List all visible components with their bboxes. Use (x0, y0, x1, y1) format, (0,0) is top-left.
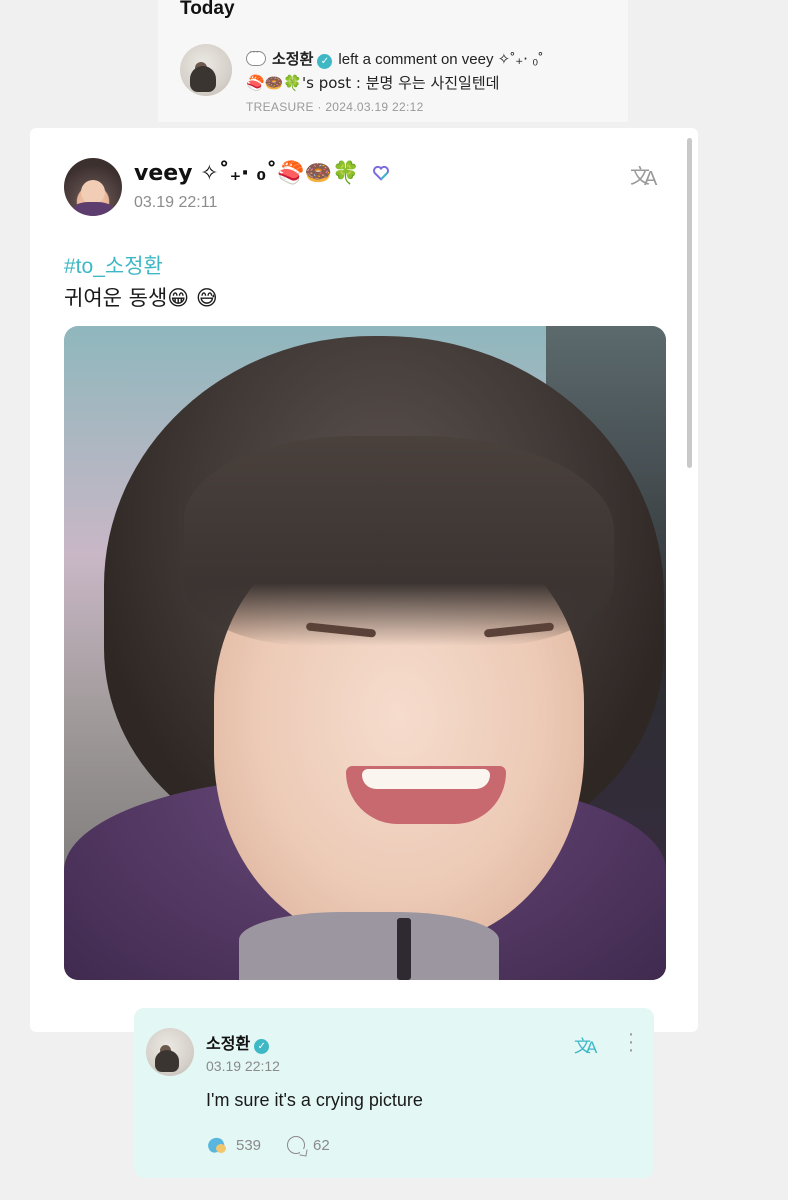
notification-source: TREASURE (246, 100, 314, 114)
notification-action: left a comment on veey ✧˚₊‧ ₀˚ (338, 51, 544, 68)
post-text: 귀여운 동생😁 😅 (64, 286, 218, 310)
photo-collar (239, 912, 499, 980)
speech-bubble-icon (246, 46, 266, 66)
reply-icon[interactable] (287, 1136, 306, 1154)
notification-text: 소정환✓ left a comment on veey ✧˚₊‧ ₀˚ (246, 46, 544, 69)
post-author[interactable]: veey ✧˚₊‧ ₀˚🍣🍩🍀 (134, 160, 390, 186)
more-options-icon[interactable]: · · · (624, 1024, 638, 1060)
scrollbar[interactable] (687, 138, 692, 468)
translate-icon[interactable]: 文A (630, 160, 666, 190)
post-time: 03.19 22:11 (134, 194, 218, 211)
notification-meta: TREASURE · 2024.03.19 22:12 (246, 100, 424, 114)
notification-datetime: 2024.03.19 22:12 (325, 100, 424, 114)
avatar[interactable] (64, 158, 122, 216)
heart-badge-icon (372, 165, 389, 181)
meta-separator: · (317, 100, 322, 114)
avatar[interactable] (146, 1028, 194, 1076)
post-card: veey ✧˚₊‧ ₀˚🍣🍩🍀 03.19 22:11 文A #to_소정환 귀… (30, 128, 698, 1032)
post-photo[interactable] (64, 326, 666, 980)
avatar-figure (190, 66, 216, 92)
hashtag-link[interactable]: #to_소정환 (64, 250, 163, 280)
avatar[interactable] (180, 44, 232, 96)
photo-teeth (362, 769, 490, 789)
notification-post-line: 🍣🍩🍀's post : 분명 우는 사진일텐데 (246, 74, 500, 92)
reply-count: 62 (313, 1136, 330, 1154)
commenter-name: 소정환 (272, 51, 314, 68)
translate-icon[interactable]: 文A (574, 1032, 610, 1062)
verified-icon: ✓ (254, 1039, 270, 1054)
avatar-shirt (72, 202, 114, 216)
like-icon[interactable] (206, 1136, 228, 1154)
comment-card: 소정환 ✓ 03.19 22:12 文A · · · I'm sure it's a … (134, 1008, 654, 1178)
comment-time: 03.19 22:12 (206, 1058, 280, 1074)
verified-icon: ✓ (317, 54, 333, 69)
avatar-face (81, 180, 105, 204)
notification-item[interactable]: Today 소정환✓ left a comment on veey ✧˚₊‧ ₀˚… (158, 0, 628, 122)
avatar-figure (155, 1050, 179, 1072)
like-count: 539 (236, 1136, 262, 1154)
comment-body: I'm sure it's a crying picture (206, 1090, 423, 1110)
comment-author[interactable]: 소정환 ✓ (206, 1030, 275, 1054)
section-heading: Today (180, 0, 235, 19)
comment-author-name: 소정환 (206, 1036, 251, 1053)
photo-zipper (397, 918, 411, 980)
post-author-name: veey ✧˚₊‧ ₀˚🍣🍩🍀 (134, 161, 360, 186)
comment-actions: 539 62 (206, 1136, 330, 1154)
photo-bangs (184, 436, 614, 646)
